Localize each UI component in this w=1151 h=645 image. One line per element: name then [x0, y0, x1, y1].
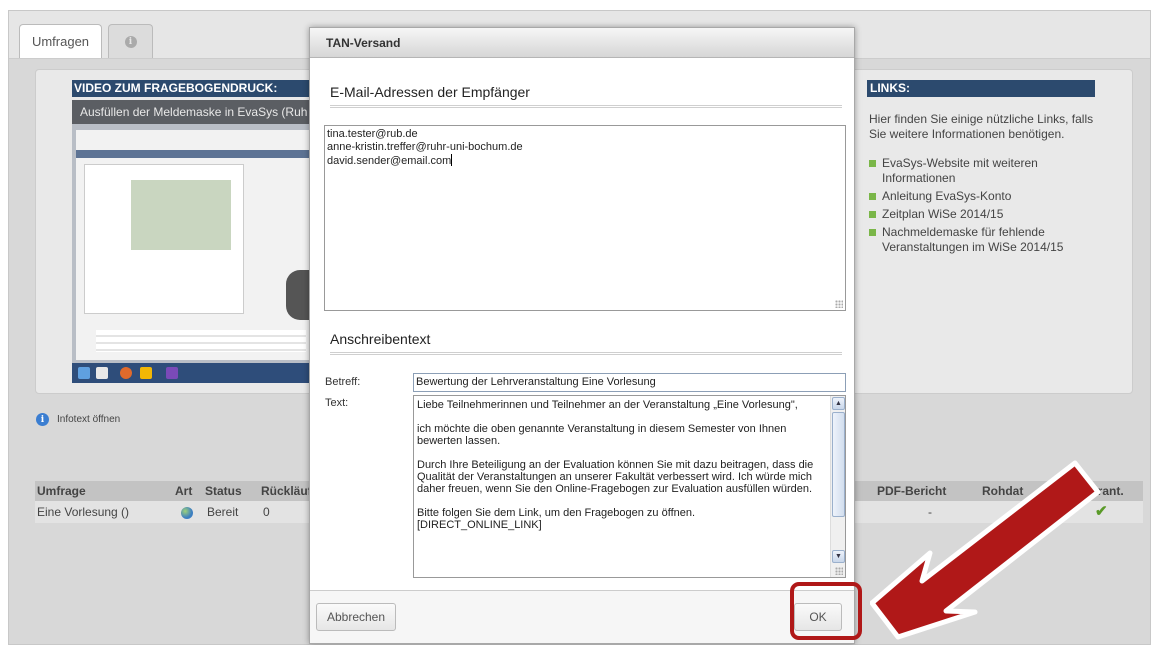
resize-grip-icon[interactable] [835, 300, 843, 308]
scroll-thumb[interactable] [832, 412, 845, 517]
letter-textarea[interactable]: Liebe Teilnehmerinnen und Teilnehmer an … [413, 395, 846, 578]
link-anleitung[interactable]: Anleitung EvaSys-Konto [869, 189, 1104, 204]
tab-umfragen[interactable]: Umfragen [19, 24, 102, 58]
col-art[interactable]: Art [175, 481, 192, 501]
emails-textarea[interactable]: tina.tester@rub.de anne-kristin.treffer@… [324, 125, 846, 311]
info-icon: i [124, 35, 137, 48]
email-line: tina.tester@rub.de [327, 128, 418, 140]
scroll-down-icon[interactable]: ▼ [832, 550, 845, 563]
subject-input[interactable]: Bewertung der Lehrveranstaltung Eine Vor… [413, 373, 846, 392]
links-heading: LINKS: [867, 80, 1095, 97]
letter-paragraph: Liebe Teilnehmerinnen und Teilnehmer an … [417, 399, 798, 411]
col-umfrage[interactable]: Umfrage [37, 481, 86, 501]
tab-umfragen-label: Umfragen [31, 34, 90, 49]
link-nachmeldemaske[interactable]: Nachmeldemaske für fehlende Veranstaltun… [869, 225, 1104, 255]
text-label: Text: [325, 397, 349, 409]
infotext-label: Infotext öffnen [57, 414, 121, 425]
link-evasys-website[interactable]: EvaSys-Website mit weiteren Informatione… [869, 156, 1104, 186]
resize-grip-icon[interactable] [835, 567, 843, 575]
scroll-up-icon[interactable]: ▲ [832, 397, 845, 410]
video-thumbnail [76, 130, 320, 360]
dialog-title: TAN-Versand [310, 28, 854, 58]
red-arrow-icon [870, 460, 1101, 640]
letter-scrollbar[interactable]: ▲ ▼ [830, 396, 845, 577]
infotext-toggle[interactable]: i Infotext öffnen [36, 413, 120, 426]
subject-label: Betreff: [325, 376, 361, 388]
explorer-icon [96, 367, 108, 379]
letter-paragraph: Durch Ihre Beteiligung an der Evaluation… [417, 459, 814, 495]
link-zeitplan[interactable]: Zeitplan WiSe 2014/15 [869, 207, 1104, 222]
video-player[interactable]: Ausfüllen der Meldemaske in EvaSys (Ruh [72, 100, 322, 383]
ok-highlight-box [790, 582, 862, 640]
survey-status: Bereit [207, 505, 239, 519]
email-line: david.sender@email.com [327, 155, 452, 167]
col-status[interactable]: Status [205, 481, 242, 501]
letter-text: Liebe Teilnehmerinnen und Teilnehmer an … [417, 399, 827, 543]
video-taskbar [72, 363, 322, 383]
letter-paragraph: Bitte folgen Sie dem Link, um den Frageb… [417, 507, 696, 519]
links-intro: Hier finden Sie einige nützliche Links, … [869, 112, 1094, 141]
online-art-icon [181, 501, 193, 523]
info-icon: i [36, 413, 49, 426]
start-icon [78, 367, 90, 379]
survey-ruecklauf: 0 [263, 505, 270, 519]
letter-section-title: Anschreibentext [330, 331, 842, 355]
links-list: EvaSys-Website mit weiteren Informatione… [869, 156, 1104, 258]
email-line: anne-kristin.treffer@ruhr-uni-bochum.de [327, 141, 523, 153]
firefox-icon [120, 367, 132, 379]
video-title: Ausfüllen der Meldemaske in EvaSys (Ruh [72, 100, 322, 124]
app-icon [166, 367, 178, 379]
emails-section-title: E-Mail-Adressen der Empfänger [330, 84, 842, 108]
dialog-footer: Abbrechen OK [310, 590, 854, 643]
tab-info[interactable]: i [108, 24, 153, 58]
letter-paragraph: ich möchte die oben genannte Veranstaltu… [417, 423, 787, 447]
letter-paragraph: [DIRECT_ONLINE_LINK] [417, 519, 542, 531]
tan-versand-dialog: TAN-Versand E-Mail-Adressen der Empfänge… [309, 27, 855, 644]
col-ruecklauf[interactable]: Rückläuf [261, 481, 312, 501]
folder-icon [140, 367, 152, 379]
video-heading: VIDEO ZUM FRAGEBOGENDRUCK: [72, 80, 322, 97]
cancel-button[interactable]: Abbrechen [316, 603, 396, 631]
survey-name[interactable]: Eine Vorlesung () [37, 501, 129, 523]
text-caret [451, 154, 453, 166]
